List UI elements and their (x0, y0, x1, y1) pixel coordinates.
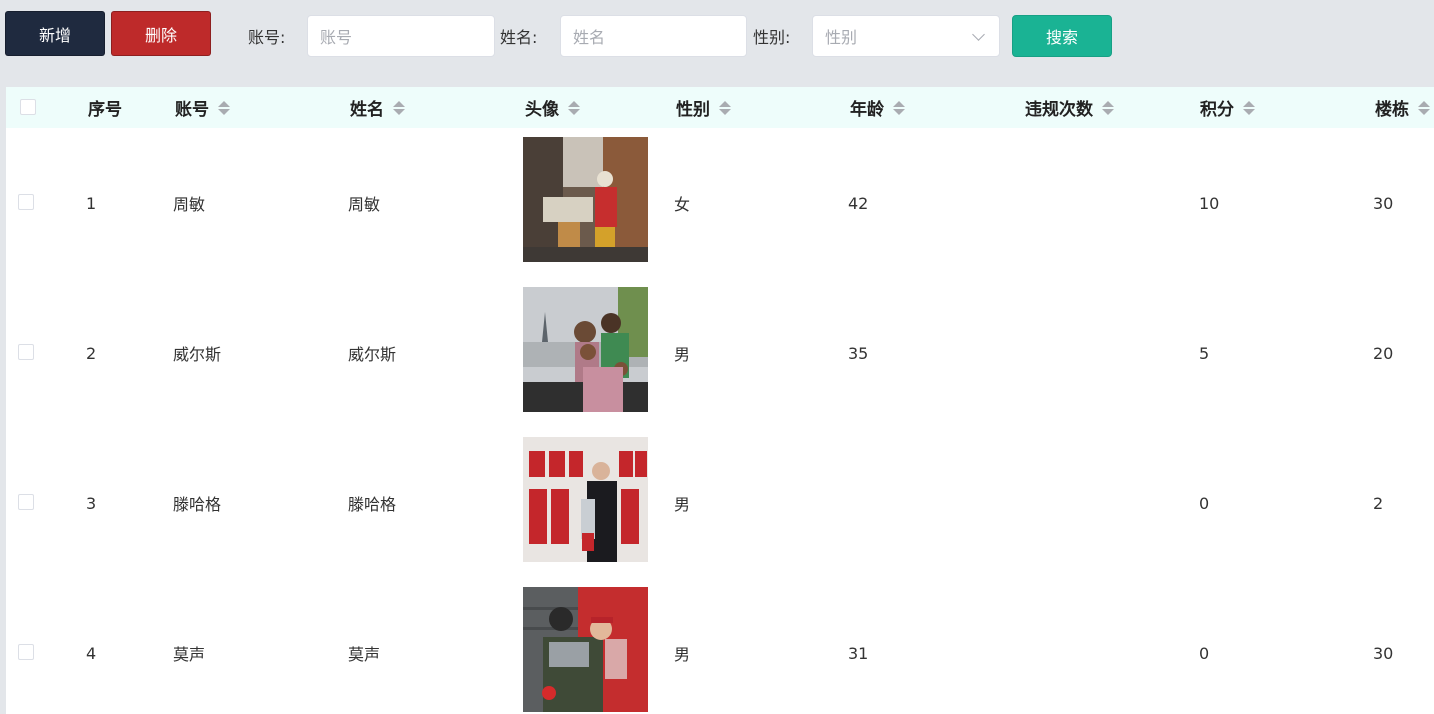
man-utd-trophy-photo (523, 437, 648, 562)
avatar (523, 137, 648, 262)
cell-account: 滕哈格 (173, 495, 222, 514)
toolbar: 新增 删除 账号: 账号 姓名: 姓名 性别: 性别 搜索 (0, 0, 1434, 86)
gender-placeholder: 性别 (825, 28, 858, 47)
header-points[interactable]: 积分 (1200, 87, 1255, 128)
cell-account: 威尔斯 (173, 345, 222, 364)
header-account[interactable]: 账号 (175, 87, 230, 128)
cell-points: 5 (1199, 343, 1210, 363)
row-checkbox[interactable] (18, 494, 34, 510)
gender-select[interactable]: 性别 (812, 15, 1000, 57)
name-search-input[interactable]: 姓名 (560, 15, 747, 57)
cell-building: 30 (1373, 643, 1394, 663)
cell-account: 莫声 (173, 645, 206, 664)
avatar (523, 287, 648, 412)
header-avatar[interactable]: 头像 (525, 87, 580, 128)
data-table: 序号 账号 姓名 头像 性别 年龄 违规次数 积分 楼栋 1 周敏 周敏 女 4… (6, 87, 1434, 714)
cell-index: 4 (86, 643, 97, 663)
cell-building: 30 (1373, 193, 1394, 213)
chevron-down-icon (972, 28, 985, 41)
sort-icon[interactable] (1102, 100, 1114, 115)
header-age[interactable]: 年龄 (850, 87, 905, 128)
cell-index: 2 (86, 343, 97, 363)
sort-icon[interactable] (719, 100, 731, 115)
cell-gender: 男 (674, 345, 691, 364)
cell-age: 42 (848, 193, 869, 213)
select-all-checkbox[interactable] (20, 99, 36, 115)
street-vendor-photo (523, 137, 648, 262)
sort-icon[interactable] (1243, 100, 1255, 115)
sort-icon[interactable] (893, 100, 905, 115)
account-placeholder: 账号 (320, 28, 353, 47)
table-row[interactable]: 3 滕哈格 滕哈格 男 0 2 (6, 428, 1434, 579)
header-building[interactable]: 楼栋 (1375, 87, 1430, 128)
cell-name: 周敏 (348, 195, 381, 214)
table-header: 序号 账号 姓名 头像 性别 年龄 违规次数 积分 楼栋 (6, 87, 1434, 129)
account-filter-label: 账号: (248, 28, 286, 47)
hug-red-door-photo (523, 587, 648, 712)
cell-gender: 男 (674, 645, 691, 664)
account-search-input[interactable]: 账号 (307, 15, 495, 57)
cell-age: 31 (848, 643, 869, 663)
row-checkbox[interactable] (18, 194, 34, 210)
cell-building: 20 (1373, 343, 1394, 363)
sort-icon[interactable] (568, 100, 580, 115)
row-checkbox[interactable] (18, 644, 34, 660)
cell-points: 0 (1199, 493, 1210, 513)
row-checkbox[interactable] (18, 344, 34, 360)
cell-name: 威尔斯 (348, 345, 397, 364)
gender-filter-label: 性别: (753, 28, 791, 47)
table-row[interactable]: 4 莫声 莫声 男 31 0 30 (6, 578, 1434, 714)
delete-button[interactable]: 删除 (111, 11, 211, 56)
header-name[interactable]: 姓名 (350, 87, 405, 128)
table-row[interactable]: 1 周敏 周敏 女 42 10 30 (6, 128, 1434, 279)
search-button[interactable]: 搜索 (1012, 15, 1112, 57)
header-gender[interactable]: 性别 (676, 87, 731, 128)
cell-name: 莫声 (348, 645, 381, 664)
cell-gender: 男 (674, 495, 691, 514)
avatar (523, 587, 648, 712)
cell-name: 滕哈格 (348, 495, 397, 514)
cell-index: 1 (86, 193, 97, 213)
header-index: 序号 (88, 100, 122, 120)
name-placeholder: 姓名 (573, 28, 606, 47)
sort-icon[interactable] (1418, 100, 1430, 115)
cell-points: 0 (1199, 643, 1210, 663)
cell-account: 周敏 (173, 195, 206, 214)
sort-icon[interactable] (393, 100, 405, 115)
sort-icon[interactable] (218, 100, 230, 115)
cell-points: 10 (1199, 193, 1220, 213)
name-filter-label: 姓名: (500, 28, 538, 47)
family-paris-photo (523, 287, 648, 412)
avatar (523, 437, 648, 562)
cell-gender: 女 (674, 195, 691, 214)
add-button[interactable]: 新增 (5, 11, 105, 56)
cell-age: 35 (848, 343, 869, 363)
header-violations[interactable]: 违规次数 (1025, 87, 1114, 128)
cell-index: 3 (86, 493, 97, 513)
table-row[interactable]: 2 威尔斯 威尔斯 男 35 5 20 (6, 278, 1434, 429)
cell-building: 2 (1373, 493, 1384, 513)
